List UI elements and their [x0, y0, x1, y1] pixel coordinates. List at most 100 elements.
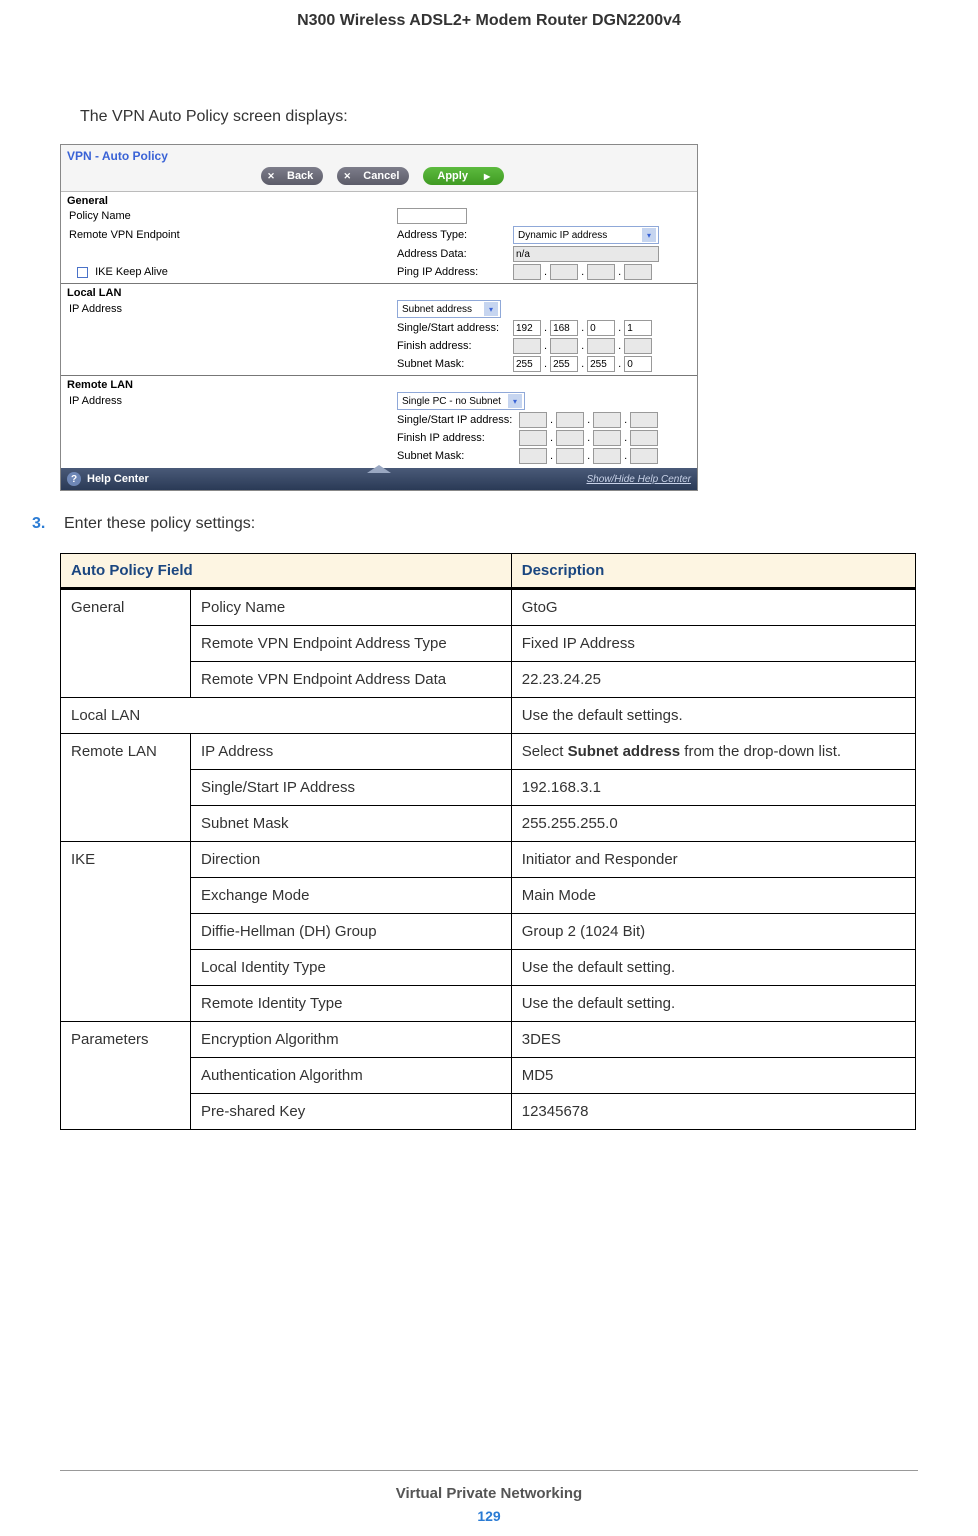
- chevron-down-icon: ▾: [484, 302, 498, 316]
- r-single-label: Single/Start IP address:: [397, 414, 519, 426]
- step-text: Enter these policy settings:: [64, 515, 255, 533]
- expand-triangle-icon: [367, 465, 391, 473]
- cancel-label: Cancel: [363, 170, 399, 182]
- cell-group: Parameters: [61, 1022, 191, 1130]
- ip-octet[interactable]: [624, 264, 652, 280]
- th-field: Auto Policy Field: [61, 554, 512, 589]
- cell-desc: 12345678: [511, 1094, 915, 1130]
- ip-octet[interactable]: [556, 448, 584, 464]
- cell-field: Subnet Mask: [191, 806, 512, 842]
- addr-type-select[interactable]: Dynamic IP address ▾: [513, 226, 659, 244]
- ip-octet[interactable]: [513, 356, 541, 372]
- table-row: IKE Direction Initiator and Responder: [61, 842, 916, 878]
- cell-field: Pre-shared Key: [191, 1094, 512, 1130]
- ip-octet[interactable]: [519, 412, 547, 428]
- cell-field: Authentication Algorithm: [191, 1058, 512, 1094]
- back-button[interactable]: ✕ Back: [261, 167, 323, 185]
- ip-octet[interactable]: [593, 412, 621, 428]
- section-header-general: General: [61, 192, 697, 207]
- cancel-button[interactable]: ✕ Cancel: [337, 167, 409, 185]
- ip-octet[interactable]: [550, 356, 578, 372]
- chevron-down-icon: ▾: [508, 394, 522, 408]
- cell-field: Remote VPN Endpoint Address Data: [191, 662, 512, 698]
- ip-octet[interactable]: [587, 356, 615, 372]
- single-start-label: Single/Start address:: [397, 322, 513, 334]
- ip-octet[interactable]: [624, 320, 652, 336]
- help-icon: ?: [67, 472, 81, 486]
- footer-page-number: 129: [60, 1508, 918, 1524]
- apply-label: Apply: [437, 170, 468, 182]
- cell-desc: Use the default setting.: [511, 950, 915, 986]
- ip-octet[interactable]: [593, 448, 621, 464]
- ip-octet[interactable]: [550, 264, 578, 280]
- ip-octet[interactable]: [556, 412, 584, 428]
- remote-ip-value: Single PC - no Subnet: [402, 396, 501, 407]
- ip-octet[interactable]: [519, 448, 547, 464]
- ip-octet[interactable]: [624, 338, 652, 354]
- cell-field: Single/Start IP Address: [191, 770, 512, 806]
- addr-type-value: Dynamic IP address: [518, 230, 607, 241]
- ike-keep-label: IKE Keep Alive: [95, 266, 168, 278]
- ip-octet[interactable]: [630, 448, 658, 464]
- step-number: 3.: [32, 515, 54, 533]
- ip-octet[interactable]: [519, 430, 547, 446]
- policy-name-label: Policy Name: [67, 210, 397, 222]
- r-finish-label: Finish IP address:: [397, 432, 519, 444]
- cell-desc: 192.168.3.1: [511, 770, 915, 806]
- button-row: ✕ Back ✕ Cancel Apply ▶: [61, 163, 697, 192]
- ip-octet[interactable]: [587, 338, 615, 354]
- cell-desc: MD5: [511, 1058, 915, 1094]
- ping-ip-label: Ping IP Address:: [397, 266, 513, 278]
- ip-octet[interactable]: [556, 430, 584, 446]
- remote-ip-select[interactable]: Single PC - no Subnet ▾: [397, 392, 525, 410]
- cell-desc: 255.255.255.0: [511, 806, 915, 842]
- section-header-remote-lan: Remote LAN: [61, 376, 697, 391]
- remote-ip-label: IP Address: [67, 395, 397, 407]
- cell-desc: 22.23.24.25: [511, 662, 915, 698]
- vpn-title: VPN - Auto Policy: [61, 145, 697, 163]
- policy-name-input[interactable]: [397, 208, 467, 224]
- ip-octet[interactable]: [513, 320, 541, 336]
- cell-field: Policy Name: [191, 589, 512, 626]
- ip-octet[interactable]: [630, 430, 658, 446]
- ip-octet[interactable]: [550, 338, 578, 354]
- cell-field: Diffie-Hellman (DH) Group: [191, 914, 512, 950]
- doc-header: N300 Wireless ADSL2+ Modem Router DGN220…: [60, 12, 918, 30]
- cell-desc: 3DES: [511, 1022, 915, 1058]
- table-row: Parameters Encryption Algorithm 3DES: [61, 1022, 916, 1058]
- cell-field: IP Address: [191, 734, 512, 770]
- mask-label: Subnet Mask:: [397, 358, 513, 370]
- policy-table: Auto Policy Field Description General Po…: [60, 553, 916, 1130]
- close-icon: ✕: [265, 170, 277, 182]
- local-ip-label: IP Address: [67, 303, 397, 315]
- cell-field: Remote Identity Type: [191, 986, 512, 1022]
- cell-desc: Main Mode: [511, 878, 915, 914]
- ip-octet[interactable]: [550, 320, 578, 336]
- cell-group: Remote LAN: [61, 734, 191, 842]
- r-mask-label: Subnet Mask:: [397, 450, 519, 462]
- help-toggle-link[interactable]: Show/Hide Help Center: [587, 474, 692, 485]
- table-row: Remote LAN IP Address Select Subnet addr…: [61, 734, 916, 770]
- chevron-down-icon: ▾: [642, 228, 656, 242]
- ping-ip-group: . . .: [513, 264, 652, 280]
- ip-octet[interactable]: [593, 430, 621, 446]
- table-row: Local LAN Use the default settings.: [61, 698, 916, 734]
- ip-octet[interactable]: [513, 264, 541, 280]
- ip-octet[interactable]: [624, 356, 652, 372]
- ip-octet[interactable]: [513, 338, 541, 354]
- cell-desc: Initiator and Responder: [511, 842, 915, 878]
- ip-octet[interactable]: [630, 412, 658, 428]
- intro-text: The VPN Auto Policy screen displays:: [80, 108, 918, 126]
- cell-desc: Use the default settings.: [511, 698, 915, 734]
- local-ip-select[interactable]: Subnet address ▾: [397, 300, 501, 318]
- finish-label: Finish address:: [397, 340, 513, 352]
- close-icon: ✕: [341, 170, 353, 182]
- ip-octet[interactable]: [587, 264, 615, 280]
- addr-data-label: Address Data:: [397, 248, 513, 260]
- ike-keep-checkbox[interactable]: [77, 267, 88, 278]
- th-desc: Description: [511, 554, 915, 589]
- arrow-right-icon: ▶: [484, 172, 490, 181]
- cell-desc: Select Subnet address from the drop-down…: [511, 734, 915, 770]
- apply-button[interactable]: Apply ▶: [423, 167, 504, 185]
- ip-octet[interactable]: [587, 320, 615, 336]
